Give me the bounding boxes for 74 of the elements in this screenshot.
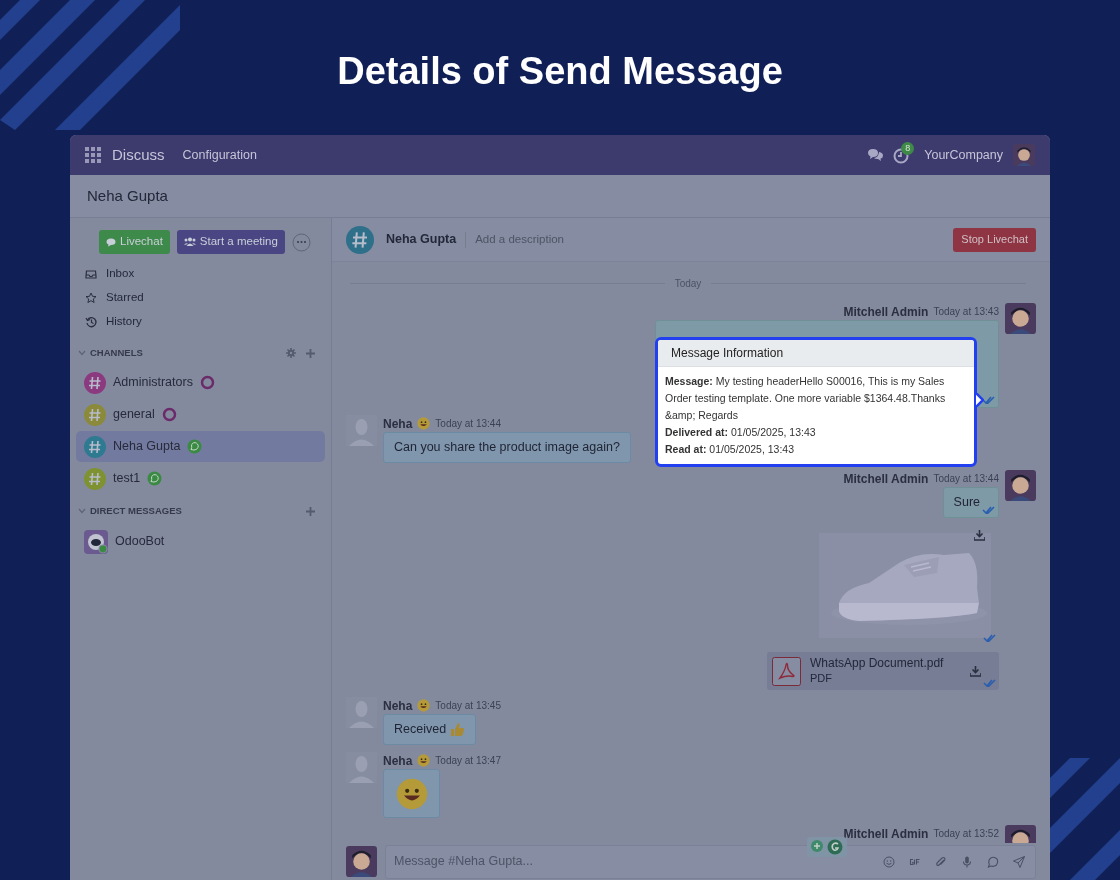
paperclip-icon[interactable] (935, 855, 947, 868)
channel-hash-icon (346, 225, 374, 254)
company-name[interactable]: YourCompany (924, 145, 1003, 165)
date-separator: Today (674, 277, 702, 291)
chat-bubble-icon (106, 237, 116, 247)
channel-item[interactable]: Neha Gupta (76, 431, 325, 462)
message-bubble: Received (383, 714, 477, 745)
mailbox-item[interactable]: History (70, 310, 331, 334)
whatsapp-icon (147, 471, 163, 486)
file-attachment[interactable]: WhatsApp Document.pdf PDF (767, 652, 999, 690)
info-line: Message: My testing headerHello S00016, This is my Sales Order testing template. One more variable $1364.48.Thanks &amp; Regards (665, 374, 947, 423)
smiley-icon (395, 777, 428, 810)
avatar-icon (346, 846, 377, 877)
livechat-button[interactable]: Livechat (99, 230, 170, 254)
send-icon[interactable] (1013, 855, 1025, 868)
people-icon (183, 237, 196, 247)
mailbox-item[interactable]: Starred (70, 286, 331, 310)
app-name[interactable]: Discuss (112, 143, 165, 167)
history-icon (85, 316, 97, 328)
message-time: Today at 13:44 (435, 417, 501, 431)
thread-name: Neha Gupta (386, 231, 457, 249)
author-name: Mitchell Admin (843, 825, 929, 843)
avatar-icon (1005, 303, 1036, 334)
inbox-icon (85, 268, 97, 280)
stop-livechat-button[interactable]: Stop Livechat (953, 227, 1036, 252)
more-options-icon[interactable] (291, 232, 311, 252)
info-line: Delivered at: 01/05/2025, 13:43 (665, 425, 817, 440)
star-icon (85, 292, 97, 304)
description-field[interactable]: Add a description (475, 230, 676, 249)
avatar-icon (1005, 470, 1036, 501)
direct-message-item[interactable]: OdooBot (76, 526, 325, 557)
banner-title: Details of Send Message (337, 49, 783, 94)
message-bubble: Can you share the product image again? (383, 432, 631, 463)
file-type: PDF (810, 671, 833, 686)
message-composer[interactable]: Message #Neha Gupta... (385, 844, 1036, 879)
settings-icon[interactable] (286, 348, 296, 358)
apps-menu-icon[interactable] (85, 147, 101, 163)
message-time: Today at 13:43 (933, 305, 999, 319)
microphone-icon[interactable] (961, 855, 973, 868)
message-time: Today at 13:44 (933, 472, 999, 486)
download-icon[interactable] (970, 665, 981, 677)
chevron-down-icon (78, 508, 86, 514)
download-icon[interactable] (974, 530, 985, 541)
add-icon[interactable] (306, 506, 315, 516)
pdf-file-icon (772, 656, 801, 686)
ring-icon (161, 407, 177, 422)
popover-title: Message Information (658, 340, 974, 367)
author-name: Neha (383, 415, 413, 433)
section-header[interactable]: CHANNELS (90, 345, 143, 361)
author-name: Neha (383, 697, 413, 715)
add-icon[interactable] (306, 348, 315, 358)
section-header[interactable]: DIRECT MESSAGES (90, 503, 182, 519)
breadcrumb-title: Neha Gupta (87, 185, 168, 206)
start-meeting-button[interactable]: Start a meeting (176, 230, 285, 254)
chat-icon[interactable] (867, 148, 885, 162)
menu-item[interactable]: Configuration (182, 145, 257, 165)
chevron-down-icon (78, 350, 86, 356)
message-time: Today at 13:47 (435, 754, 501, 768)
message-time: Today at 13:52 (933, 827, 999, 841)
file-name: WhatsApp Document.pdf (810, 656, 945, 671)
whatsapp-icon[interactable] (987, 855, 999, 868)
notification-badge: 8 (901, 142, 915, 155)
message-bubble: Sure (942, 487, 999, 518)
ring-icon (199, 375, 215, 390)
emoji-icon[interactable] (883, 855, 895, 868)
whatsapp-icon (187, 439, 203, 454)
author-name: Mitchell Admin (843, 303, 929, 321)
grammar-assistant-icon[interactable] (807, 837, 847, 857)
author-name: Neha (383, 752, 413, 770)
mailbox-item[interactable]: Inbox (70, 262, 331, 286)
author-name: Mitchell Admin (843, 470, 929, 488)
info-line: Read at: 01/05/2025, 13:43 (665, 442, 796, 457)
avatar-icon (1013, 144, 1035, 166)
message-time: Today at 13:45 (435, 699, 501, 713)
